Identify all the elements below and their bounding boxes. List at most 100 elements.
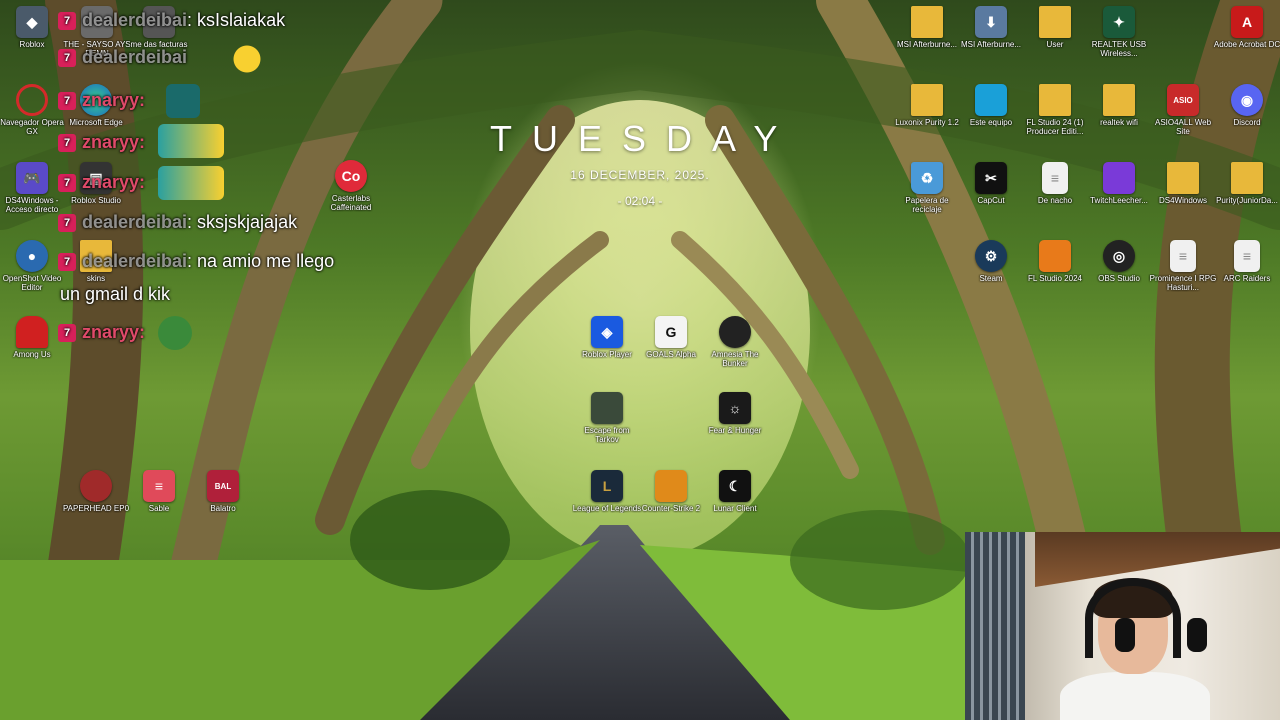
desktop-icon-counter-strike-2[interactable]: Counter-Strike 2 bbox=[636, 470, 706, 513]
desktop-icon-fl-studio-folder[interactable]: FL Studio 24 (1) Producer Editi... bbox=[1020, 84, 1090, 136]
chat-message: 7 dealerdeibai bbox=[58, 47, 187, 68]
desktop-icon-recycle-bin[interactable]: ♻ Papelera de reciclaje bbox=[892, 162, 962, 214]
acrobat-icon: A bbox=[1231, 6, 1263, 38]
desktop-icon-arc-raiders[interactable]: ≡ ARC Raiders bbox=[1212, 240, 1280, 283]
twitch-icon bbox=[1103, 162, 1135, 194]
desktop-icon-fear-hunger[interactable]: ☼ Fear & Hunger bbox=[700, 392, 770, 435]
desktop-icon-goals-alpha[interactable]: G GOALS Alpha bbox=[636, 316, 706, 359]
roblox-studio-icon: ◆ bbox=[16, 6, 48, 38]
desktop-icon-discord[interactable]: ◉ Discord bbox=[1212, 84, 1280, 127]
chat-badge-icon: 7 bbox=[58, 134, 76, 153]
desktop-icon-league-of-legends[interactable]: L League of Legends bbox=[572, 470, 642, 513]
chat-badge-icon: 7 bbox=[58, 253, 76, 272]
desktop-icon-asio4all[interactable]: ASIO ASIO4ALL Web Site bbox=[1148, 84, 1218, 136]
chat-message: 7 dealerdeibai: na amio me llego bbox=[58, 251, 334, 272]
chat-message: un gmail d kik bbox=[60, 284, 171, 304]
desktop-icon-twitchleecher[interactable]: TwitchLeecher... bbox=[1084, 162, 1154, 205]
desktop-icon-amnesia-bunker[interactable]: Amnesia The Bunker bbox=[700, 316, 770, 368]
desktop-icon-luxonix-purity[interactable]: Luxonix Purity 1.2 bbox=[892, 84, 962, 127]
desktop-icon-realtek-wifi[interactable]: realtek wifi bbox=[1084, 84, 1154, 127]
chat-badge-icon: 7 bbox=[58, 49, 76, 68]
desktop-icon-msi-afterburner-installer[interactable]: ⬇ MSI Afterburne... bbox=[956, 6, 1026, 49]
desktop-icon-realtek-usb[interactable]: ✦ REALTEK USB Wireless... bbox=[1084, 6, 1154, 58]
webcam-person-shirt bbox=[1060, 672, 1210, 720]
desktop-icon-ds4windows-folder[interactable]: DS4Windows bbox=[1148, 162, 1218, 205]
desktop-icon-lunar-client[interactable]: ☾ Lunar Client bbox=[700, 470, 770, 513]
desktop-icon-escape-from-tarkov[interactable]: Escape from Tarkov bbox=[572, 392, 642, 444]
capcut-icon: ✂ bbox=[975, 162, 1007, 194]
chat-message: 7 znaryy: bbox=[58, 172, 145, 193]
folder-icon bbox=[911, 6, 943, 38]
balatro-icon: BAL bbox=[207, 470, 239, 502]
emote-icon bbox=[158, 166, 224, 200]
folder-icon bbox=[1103, 84, 1135, 116]
desktop-icon-opera-gx[interactable]: Navegador Opera GX bbox=[0, 84, 67, 136]
openshot-icon: ● bbox=[16, 240, 48, 272]
webcam-background-door bbox=[965, 532, 1025, 720]
desktop-icon-roblox-player[interactable]: ◈ Roblox Player bbox=[572, 316, 642, 359]
chat-badge-icon: 7 bbox=[58, 12, 76, 31]
casterlabs-icon: Co bbox=[335, 160, 367, 192]
desktop-icon-balatro[interactable]: BAL Balatro bbox=[188, 470, 258, 513]
folder-icon bbox=[1039, 6, 1071, 38]
clock-date: 16 DECEMBER, 2025. bbox=[570, 168, 710, 182]
desktop-icon-de-nacho[interactable]: ≡ De nacho bbox=[1020, 162, 1090, 205]
desktop-icon-purity-juniorda[interactable]: Purity(JuniorDa... bbox=[1212, 162, 1280, 205]
desktop-icon-obs-studio[interactable]: ◎ OBS Studio bbox=[1084, 240, 1154, 283]
desktop-icon-sable[interactable]: ≡ Sable bbox=[124, 470, 194, 513]
folder-icon bbox=[1039, 84, 1071, 116]
fl-studio-icon bbox=[1039, 240, 1071, 272]
desktop-icon-paperhead[interactable]: PAPERHEAD EP0 bbox=[61, 470, 131, 513]
chat-message: 7 dealerdeibai: sksjskjajajak bbox=[58, 212, 297, 233]
chat-badge-icon: 7 bbox=[58, 324, 76, 343]
installer-icon: ⬇ bbox=[975, 6, 1007, 38]
desktop-icon-este-equipo[interactable]: Este equipo bbox=[956, 84, 1026, 127]
chat-message: 7 znaryy: bbox=[58, 90, 145, 111]
cs2-icon bbox=[655, 470, 687, 502]
desktop-icon-msi-afterburner-folder[interactable]: MSI Afterburne... bbox=[892, 6, 962, 49]
chat-badge-icon: 7 bbox=[58, 174, 76, 193]
goals-icon: G bbox=[655, 316, 687, 348]
folder-icon bbox=[1231, 162, 1263, 194]
desktop-icon-among-us[interactable]: Among Us bbox=[0, 316, 67, 359]
desktop-icon-steam[interactable]: ⚙ Steam bbox=[956, 240, 1026, 283]
desktop-icon-capcut[interactable]: ✂ CapCut bbox=[956, 162, 1026, 205]
among-us-icon bbox=[16, 316, 48, 348]
desktop-icon-casterlabs[interactable]: Co Casterlabs Caffeinated bbox=[316, 160, 386, 212]
amnesia-icon bbox=[719, 316, 751, 348]
steam-icon: ⚙ bbox=[975, 240, 1007, 272]
chat-message: 7 dealerdeibai: ksIslaiakak bbox=[58, 10, 285, 31]
realtek-icon: ✦ bbox=[1103, 6, 1135, 38]
headset-earcup-left bbox=[1115, 618, 1135, 652]
desktop-icon-roblox[interactable]: ◆ Roblox bbox=[0, 6, 67, 49]
gamepad-icon: 🎮 bbox=[16, 162, 48, 194]
computer-icon bbox=[975, 84, 1007, 116]
desktop-icon-fl-studio-2024[interactable]: FL Studio 2024 bbox=[1020, 240, 1090, 283]
emote-icon bbox=[166, 84, 200, 118]
desktop-icon-openshot[interactable]: ● OpenShot Video Editor bbox=[0, 240, 67, 292]
tarkov-icon bbox=[591, 392, 623, 424]
pepe-emote-icon bbox=[158, 316, 192, 350]
clock-day: TUESDAY bbox=[490, 118, 798, 159]
emote-icon bbox=[158, 124, 224, 158]
document-icon: ≡ bbox=[1042, 162, 1068, 194]
fear-hunger-icon: ☼ bbox=[719, 392, 751, 424]
desktop-icon-prominence[interactable]: ≡ Prominence I RPG Hasturi... bbox=[1148, 240, 1218, 292]
paperhead-icon bbox=[80, 470, 112, 502]
recycle-bin-icon: ♻ bbox=[911, 162, 943, 194]
desktop-icon-adobe-acrobat[interactable]: A Adobe Acrobat DC bbox=[1212, 6, 1280, 49]
document-icon: ≡ bbox=[1170, 240, 1196, 272]
chat-message: 7 znaryy: bbox=[58, 132, 145, 153]
asio-icon: ASIO bbox=[1167, 84, 1199, 116]
desktop-icon-user[interactable]: User bbox=[1020, 6, 1090, 49]
roblox-player-icon: ◈ bbox=[591, 316, 623, 348]
discord-icon: ◉ bbox=[1231, 84, 1263, 116]
folder-icon bbox=[1167, 162, 1199, 194]
desktop-icon-ds4windows-shortcut[interactable]: 🎮 DS4Windows - Acceso directo bbox=[0, 162, 67, 214]
lunar-icon: ☾ bbox=[719, 470, 751, 502]
document-icon: ≡ bbox=[1234, 240, 1260, 272]
chat-message: 7 znaryy: bbox=[58, 322, 145, 343]
emoji-emote-icon bbox=[230, 42, 264, 76]
obs-icon: ◎ bbox=[1103, 240, 1135, 272]
league-icon: L bbox=[591, 470, 623, 502]
